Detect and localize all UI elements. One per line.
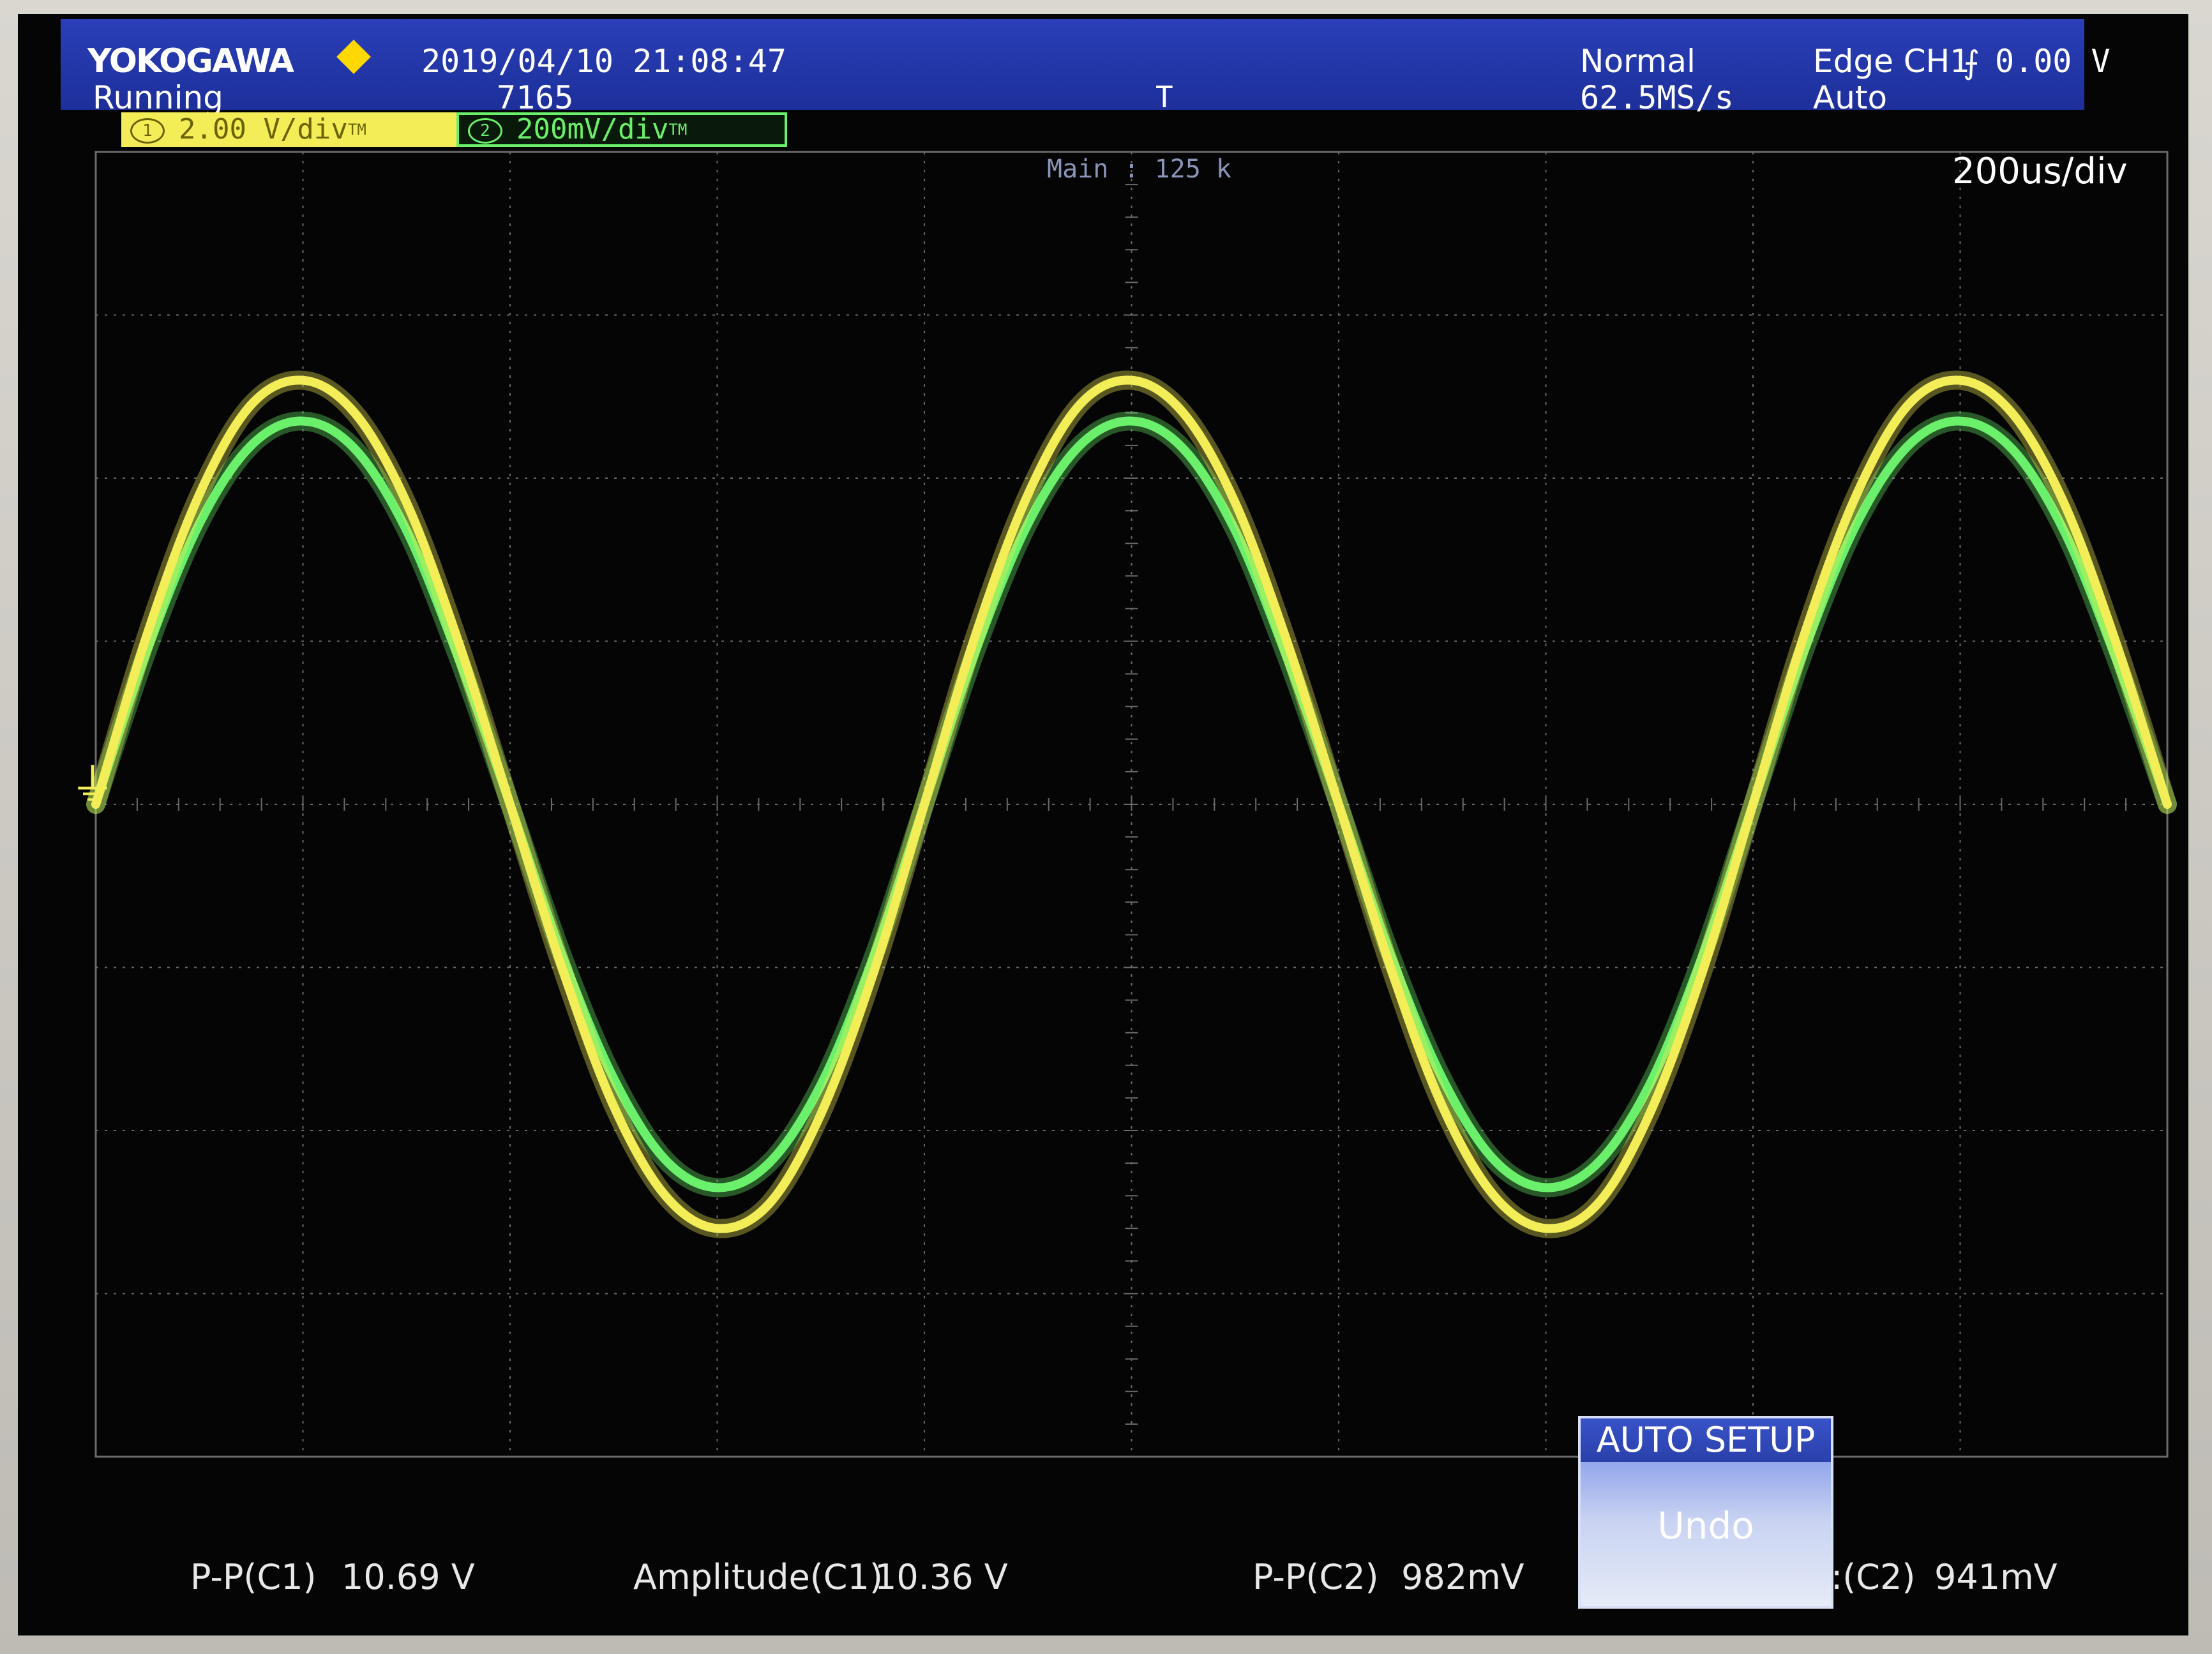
measurement-1-value: 10.69 V [342,1557,475,1597]
measurement-3-value: 982mV [1401,1557,1524,1597]
auto-setup-title: AUTO SETUP [1581,1418,1831,1462]
measurement-4-label: :(C2) [1831,1557,1916,1597]
measurement-2-value: 10.36 V [875,1557,1008,1597]
undo-button[interactable]: Undo [1581,1462,1831,1606]
ground-icon: ⏚ [70,759,115,811]
waveform-graticule [86,151,2177,1458]
timebase-label: 200us/div [1952,151,2128,192]
auto-setup-panel: AUTO SETUP Undo [1578,1416,1833,1609]
measurement-2-label: Amplitude(C1) [633,1557,883,1597]
zoom-label: Main : 125 k [1047,154,1231,184]
grid [94,151,2169,1458]
measurement-4-value: 941mV [1934,1557,2058,1597]
measurement-3-label: P-P(C2) [1253,1557,1379,1597]
measurement-1-label: P-P(C1) [190,1557,317,1597]
